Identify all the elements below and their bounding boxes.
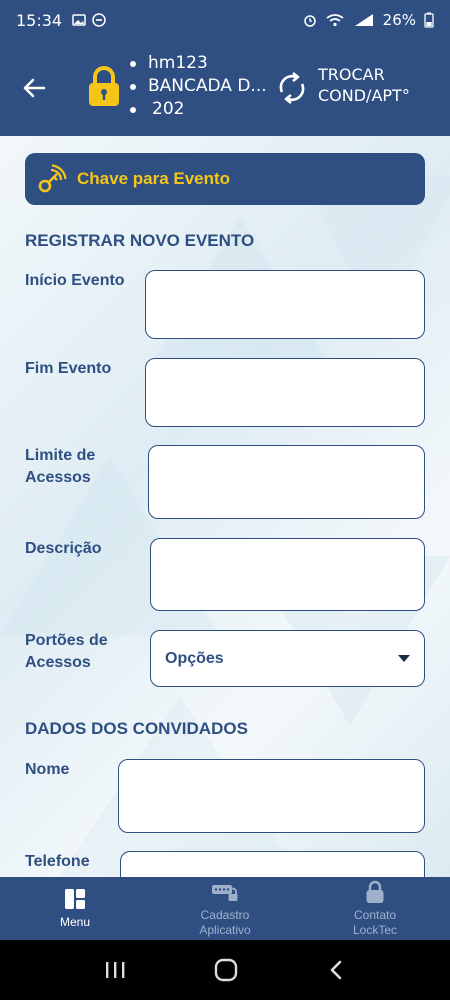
gallery-icon	[72, 14, 86, 26]
nav-contact-locktec[interactable]: Contato LockTec	[300, 877, 450, 940]
menu-grid-icon	[65, 889, 85, 909]
status-time: 15:34	[16, 10, 63, 30]
main-content[interactable]: Chave para Evento REGISTRAR NOVO EVENTO …	[0, 136, 450, 877]
battery-icon	[424, 12, 434, 28]
back-nav-icon[interactable]	[325, 958, 347, 982]
access-gates-select[interactable]: Opções	[150, 630, 425, 687]
do-not-disturb-icon	[92, 13, 106, 27]
description-label: Descrição	[25, 540, 102, 557]
access-limit-label: Limite de Acessos	[25, 447, 96, 486]
alarm-icon	[303, 15, 316, 27]
recent-apps-icon[interactable]	[103, 959, 127, 981]
access-limit-input[interactable]	[148, 445, 425, 519]
keypad-lock-icon	[212, 884, 238, 901]
access-gates-selected: Opções	[165, 649, 224, 667]
unit-info-list: hm123 BANCADA D... 202	[130, 52, 267, 121]
end-event-label: Fim Evento	[25, 360, 112, 377]
info-apartment: 202	[130, 98, 267, 121]
back-button[interactable]	[16, 70, 52, 106]
nav-contact-label-2: LockTec	[352, 922, 398, 937]
app-header: hm123 BANCADA D... 202 TROCAR COND/APT°	[0, 40, 450, 136]
status-bar: 15:34 26%	[0, 0, 450, 40]
lock-icon	[366, 880, 384, 903]
event-key-button[interactable]: Chave para Evento	[25, 153, 425, 205]
home-icon[interactable]	[213, 957, 239, 983]
status-notification-icons	[72, 13, 106, 27]
bottom-nav: Menu Cadastro Aplicativo Contato LockTec	[0, 877, 450, 940]
guest-phone-input[interactable]	[120, 851, 425, 877]
end-event-input[interactable]	[145, 358, 425, 427]
register-section-title: REGISTRAR NOVO EVENTO	[25, 231, 255, 250]
arrow-left-icon	[23, 78, 46, 98]
info-condo: BANCADA D...	[130, 75, 267, 98]
nav-menu[interactable]: Menu	[0, 877, 150, 940]
key-wifi-icon	[38, 164, 67, 193]
nav-app-registration-label-2: Aplicativo	[199, 922, 251, 937]
guests-section-title: DADOS DOS CONVIDADOS	[25, 719, 248, 738]
nav-contact-label-1: Contato	[353, 907, 397, 922]
start-event-label: Início Evento	[25, 272, 125, 289]
battery-percent: 26%	[382, 11, 416, 29]
start-event-input[interactable]	[145, 270, 425, 339]
guest-phone-label: Telefone	[25, 853, 90, 870]
nav-app-registration[interactable]: Cadastro Aplicativo	[150, 877, 300, 940]
nav-menu-label: Menu	[59, 915, 91, 929]
access-gates-label: Portões de Acessos	[25, 632, 108, 671]
status-right: 26%	[303, 11, 434, 29]
description-input[interactable]	[150, 538, 425, 611]
refresh-swap-icon[interactable]	[274, 68, 310, 108]
padlock-icon	[89, 66, 119, 106]
info-user: hm123	[130, 52, 267, 75]
wifi-icon	[326, 14, 344, 27]
nav-app-registration-label-1: Cadastro	[200, 907, 250, 922]
system-nav-bar	[0, 940, 450, 1000]
event-key-label: Chave para Evento	[77, 169, 231, 188]
dropdown-caret-icon	[398, 655, 410, 662]
switch-condo-button[interactable]: TROCAR COND/APT°	[318, 64, 410, 106]
guest-name-input[interactable]	[118, 759, 425, 833]
signal-icon	[354, 14, 373, 26]
